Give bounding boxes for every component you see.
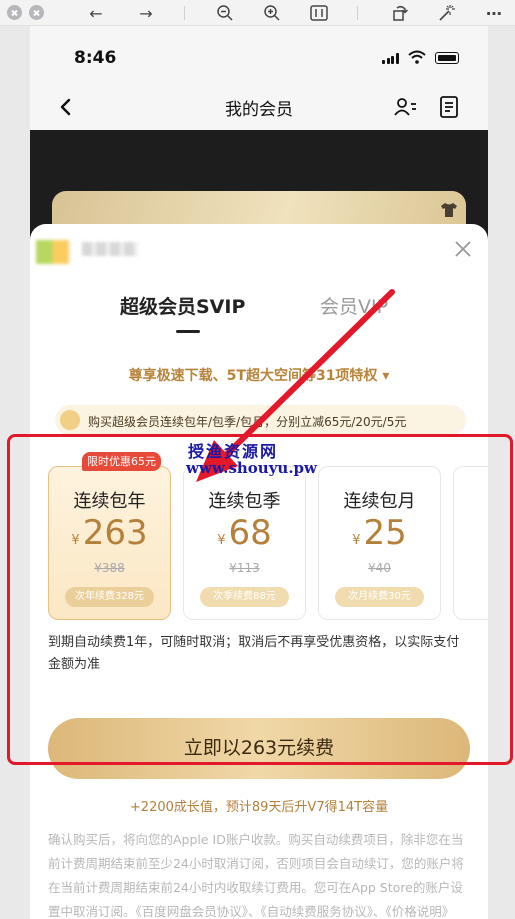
profile-list-icon[interactable] — [392, 94, 418, 120]
privilege-text: 尊享极速下载、5T超大空间等31项特权 — [128, 368, 378, 384]
tshirt-icon[interactable] — [440, 201, 458, 219]
toolbar-divider — [184, 6, 185, 20]
toolbar-divider — [357, 6, 358, 20]
watermark-url: www.shouyu.pw — [186, 459, 317, 477]
growth-value-text: +2200成长值，预计89天后升V7得14T容量 — [129, 800, 389, 815]
speaker-icon — [60, 410, 80, 430]
more-options-icon[interactable]: ⋯ — [484, 3, 504, 23]
active-tab-indicator — [176, 330, 200, 333]
order-records-icon[interactable] — [436, 94, 462, 120]
minimize-window-icon[interactable] — [29, 5, 44, 20]
forward-arrow-icon[interactable]: → — [136, 3, 156, 23]
wifi-icon — [408, 50, 426, 64]
rotate-icon[interactable] — [390, 3, 410, 23]
status-bar: 8:46 — [30, 26, 488, 86]
annotation-highlight-box — [7, 434, 513, 765]
back-arrow-icon[interactable]: ← — [86, 3, 106, 23]
actual-size-icon[interactable] — [309, 3, 329, 23]
close-icon[interactable] — [454, 240, 472, 258]
zoom-out-icon[interactable] — [214, 3, 236, 23]
nav-bar: 我的会员 — [30, 88, 488, 126]
promo-text: 购买超级会员连续包年/包季/包月，分别立减65元/20元/5元 — [88, 415, 407, 429]
page-title: 我的会员 — [225, 100, 293, 120]
close-window-icon[interactable] — [7, 5, 22, 20]
privilege-dropdown[interactable]: 尊享极速下载、5T超大空间等31项特权 ▾ — [30, 365, 488, 385]
avatar — [36, 240, 69, 264]
username-blurred — [82, 242, 138, 256]
signal-icon — [382, 53, 399, 64]
caret-down-icon: ▾ — [382, 368, 390, 384]
status-time: 8:46 — [74, 48, 117, 68]
viewer-toolbar: ← → ⋯ — [0, 0, 515, 26]
magic-wand-icon[interactable] — [436, 3, 456, 23]
tab-vip[interactable]: 会员VIP — [320, 292, 388, 319]
legal-text: 确认购买后，将向您的Apple ID账户收款。购买自动续费项目，除非您在当前计费… — [48, 832, 464, 919]
tab-svip[interactable]: 超级会员SVIP — [120, 292, 245, 319]
battery-icon — [435, 52, 459, 64]
zoom-in-icon[interactable] — [261, 3, 283, 23]
